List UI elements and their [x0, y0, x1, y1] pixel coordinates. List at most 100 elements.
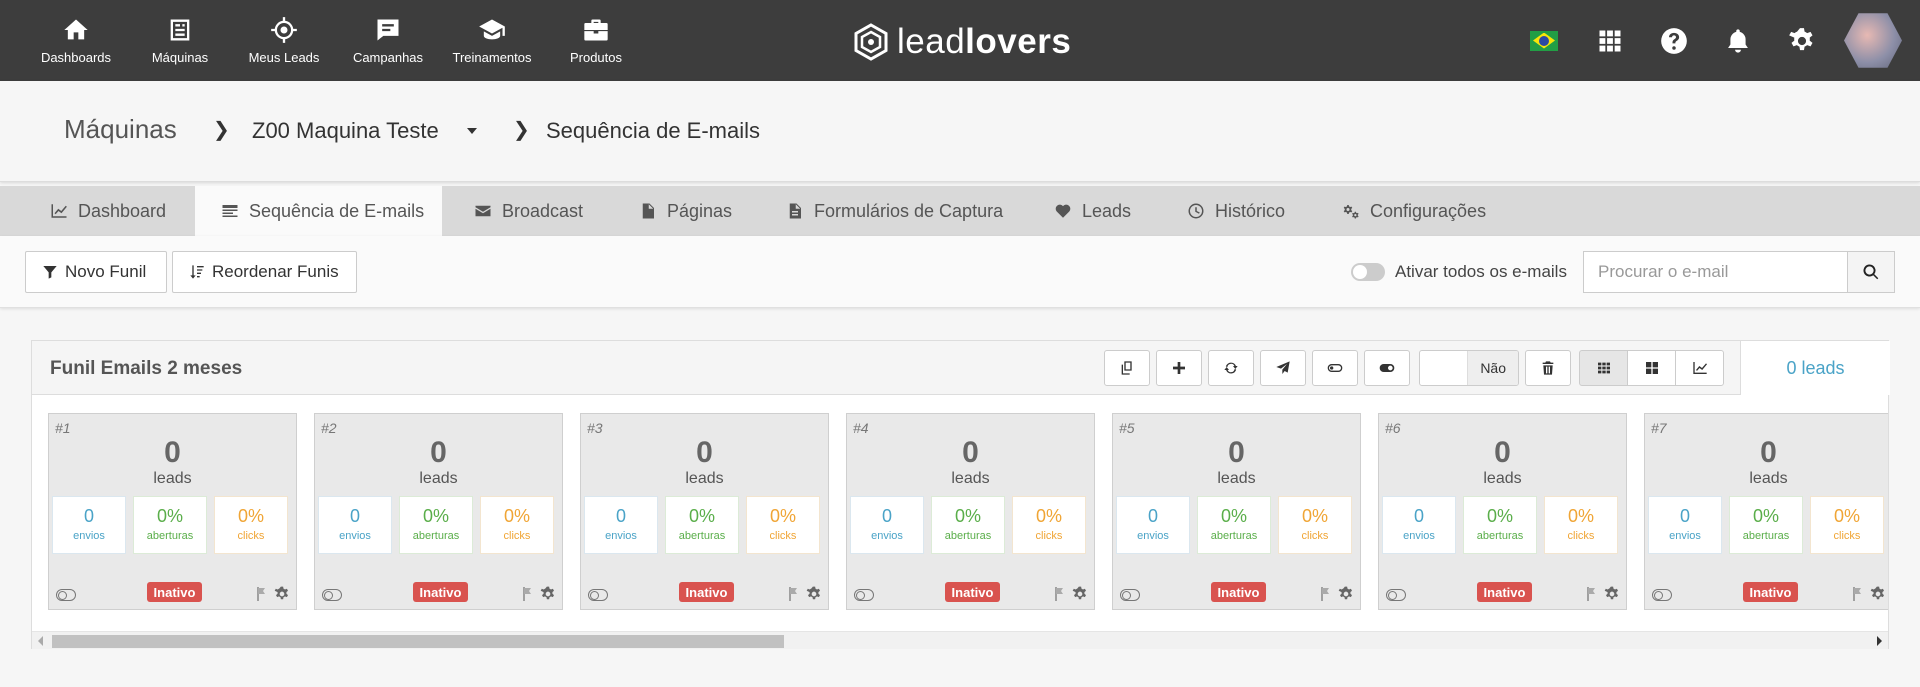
help-icon[interactable] [1659, 26, 1689, 56]
nav-campanhas[interactable]: Campanhas [336, 0, 440, 81]
ativar-todos-toggle[interactable] [1351, 263, 1385, 281]
email-toggle-icon[interactable] [588, 589, 608, 601]
duplicate-funnel-button[interactable] [1104, 350, 1150, 386]
gear-icon[interactable] [806, 586, 822, 602]
toggle-off-button[interactable] [1312, 350, 1358, 386]
email-leads-count: 0 [430, 436, 447, 469]
tab-sequencia-emails[interactable]: Sequência de E-mails [195, 186, 442, 236]
gear-icon[interactable] [1787, 26, 1817, 56]
bell-icon[interactable] [1723, 26, 1753, 56]
stat-clicks[interactable]: 0% clicks [1544, 496, 1618, 554]
apps-grid-icon[interactable] [1595, 26, 1625, 56]
stat-clicks[interactable]: 0% clicks [1012, 496, 1086, 554]
ab-test-flag-icon[interactable] [1320, 586, 1332, 602]
add-email-button[interactable] [1156, 350, 1202, 386]
email-card[interactable]: #2 0 leads 0 envios 0% aberturas 0% clicks … [314, 413, 563, 610]
scrollbar-thumb[interactable] [52, 635, 784, 648]
breadcrumb-machine[interactable]: Z00 Maquina Teste [252, 118, 439, 144]
stat-envios[interactable]: 0 envios [850, 496, 924, 554]
stat-value: 0% [1220, 506, 1247, 526]
tab-dashboard[interactable]: Dashboard [50, 186, 166, 236]
email-toggle-icon[interactable] [1386, 589, 1406, 601]
ab-test-flag-icon[interactable] [1852, 586, 1864, 602]
email-card[interactable]: #6 0 leads 0 envios 0% aberturas 0% clicks … [1378, 413, 1627, 610]
tab-formularios-captura[interactable]: Formulários de Captura [786, 186, 1003, 236]
user-avatar[interactable] [1844, 13, 1902, 68]
email-toggle-icon[interactable] [854, 589, 874, 601]
email-toggle-icon[interactable] [1652, 589, 1672, 601]
search-button[interactable] [1847, 251, 1895, 293]
delete-funnel-button[interactable] [1525, 350, 1571, 386]
scroll-left-icon[interactable] [38, 636, 43, 646]
email-toggle-icon[interactable] [322, 589, 342, 601]
stat-clicks[interactable]: 0% clicks [1810, 496, 1884, 554]
stat-envios[interactable]: 0 envios [318, 496, 392, 554]
logo-text-lead: lead [897, 22, 966, 61]
stat-aberturas[interactable]: 0% aberturas [133, 496, 207, 554]
leadlovers-logo[interactable]: lead lovers [853, 22, 1071, 62]
tab-broadcast[interactable]: Broadcast [474, 186, 583, 236]
nav-produtos[interactable]: Produtos [544, 0, 648, 81]
funnel-leads-count[interactable]: 0 leads [1740, 341, 1890, 395]
ab-test-flag-icon[interactable] [522, 586, 534, 602]
ab-test-flag-icon[interactable] [1054, 586, 1066, 602]
stat-aberturas[interactable]: 0% aberturas [1729, 496, 1803, 554]
nav-dashboards[interactable]: Dashboards [24, 0, 128, 81]
stat-envios[interactable]: 0 envios [52, 496, 126, 554]
view-grid-large-button[interactable] [1627, 350, 1676, 386]
stat-envios[interactable]: 0 envios [1116, 496, 1190, 554]
gear-icon[interactable] [1604, 586, 1620, 602]
stat-aberturas[interactable]: 0% aberturas [399, 496, 473, 554]
ab-test-flag-icon[interactable] [788, 586, 800, 602]
stat-clicks[interactable]: 0% clicks [214, 496, 288, 554]
brazil-flag-icon[interactable] [1530, 30, 1558, 51]
email-card[interactable]: #5 0 leads 0 envios 0% aberturas 0% clicks … [1112, 413, 1361, 610]
toggle-on-button[interactable] [1364, 350, 1410, 386]
nav-maquinas[interactable]: Máquinas [128, 0, 232, 81]
email-card[interactable]: #7 0 leads 0 envios 0% aberturas 0% clicks … [1644, 413, 1888, 610]
horizontal-scrollbar[interactable] [32, 631, 1888, 649]
nav-label: Treinamentos [452, 50, 532, 65]
stat-label: aberturas [1476, 530, 1524, 542]
search-email-input[interactable] [1583, 251, 1847, 293]
gear-icon[interactable] [1072, 586, 1088, 602]
nao-switch[interactable]: Não [1419, 350, 1519, 386]
stat-envios[interactable]: 0 envios [1648, 496, 1722, 554]
stat-clicks[interactable]: 0% clicks [746, 496, 820, 554]
stat-aberturas[interactable]: 0% aberturas [665, 496, 739, 554]
reordenar-funis-button[interactable]: Reordenar Funis [172, 251, 357, 293]
stat-clicks[interactable]: 0% clicks [480, 496, 554, 554]
send-button[interactable] [1260, 350, 1306, 386]
stat-envios[interactable]: 0 envios [1382, 496, 1456, 554]
novo-funil-button[interactable]: Novo Funil [25, 251, 167, 293]
breadcrumb-root[interactable]: Máquinas [64, 114, 177, 145]
view-grid-small-button[interactable] [1579, 350, 1628, 386]
gear-icon[interactable] [274, 586, 290, 602]
email-toggle-icon[interactable] [56, 589, 76, 601]
email-card[interactable]: #3 0 leads 0 envios 0% aberturas 0% clicks … [580, 413, 829, 610]
tab-historico[interactable]: Histórico [1187, 186, 1285, 236]
email-card[interactable]: #4 0 leads 0 envios 0% aberturas 0% clicks … [846, 413, 1095, 610]
stat-aberturas[interactable]: 0% aberturas [931, 496, 1005, 554]
stat-aberturas[interactable]: 0% aberturas [1463, 496, 1537, 554]
ab-test-flag-icon[interactable] [256, 586, 268, 602]
stat-clicks[interactable]: 0% clicks [1278, 496, 1352, 554]
gear-icon[interactable] [540, 586, 556, 602]
gear-icon[interactable] [1870, 586, 1886, 602]
plus-icon [1173, 362, 1185, 374]
stat-aberturas[interactable]: 0% aberturas [1197, 496, 1271, 554]
refresh-button[interactable] [1208, 350, 1254, 386]
nav-meus-leads[interactable]: Meus Leads [232, 0, 336, 81]
tab-configuracoes[interactable]: Configurações [1342, 186, 1486, 236]
email-card[interactable]: #1 0 leads 0 envios 0% aberturas 0% clicks … [48, 413, 297, 610]
email-toggle-icon[interactable] [1120, 589, 1140, 601]
tab-paginas[interactable]: Páginas [639, 186, 732, 236]
stat-envios[interactable]: 0 envios [584, 496, 658, 554]
scroll-right-icon[interactable] [1877, 636, 1882, 646]
ab-test-flag-icon[interactable] [1586, 586, 1598, 602]
tab-leads[interactable]: Leads [1054, 186, 1131, 236]
gear-icon[interactable] [1338, 586, 1354, 602]
view-chart-button[interactable] [1675, 350, 1724, 386]
nav-treinamentos[interactable]: Treinamentos [440, 0, 544, 81]
caret-down-icon[interactable] [467, 128, 477, 134]
